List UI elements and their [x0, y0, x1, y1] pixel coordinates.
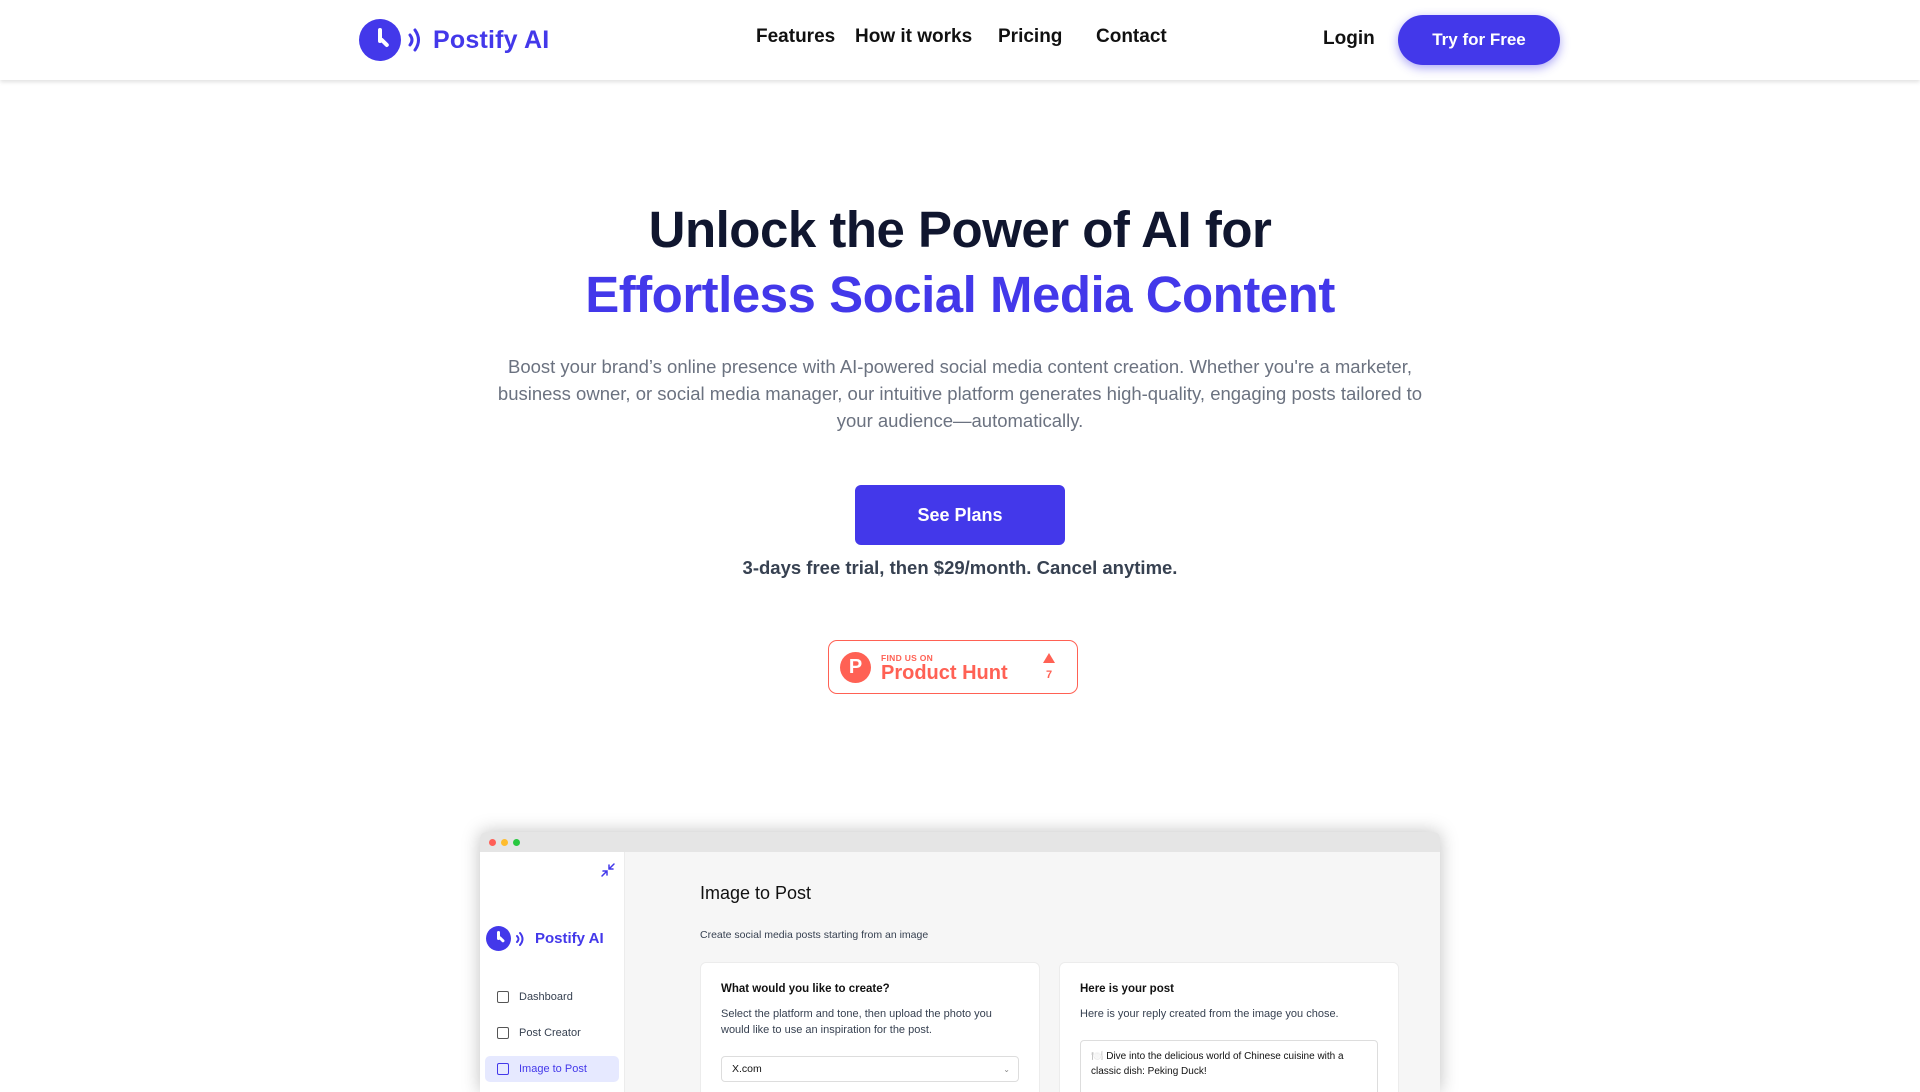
site-header: Postify AI Features How it works Pricing…	[0, 0, 1920, 80]
sidebar-brand-name: Postify AI	[535, 930, 604, 947]
window-titlebar	[480, 832, 1440, 852]
brand-name: Postify AI	[433, 25, 550, 54]
nav-pricing[interactable]: Pricing	[998, 26, 1062, 48]
platform-select-value: X.com	[732, 1063, 762, 1075]
clock-logo-icon	[486, 926, 511, 951]
nav-contact[interactable]: Contact	[1096, 26, 1167, 48]
page-subtitle: Create social media posts starting from …	[700, 929, 929, 941]
product-hunt-icon: P	[840, 652, 871, 683]
dashboard-icon	[497, 991, 509, 1003]
image-icon	[497, 1063, 509, 1075]
app-preview-window: Postify AI Dashboard Post Creator Image …	[480, 832, 1440, 1092]
create-card-heading: What would you like to create?	[721, 983, 890, 995]
sidebar-item-label: Image to Post	[519, 1063, 587, 1075]
sidebar-item-post-creator[interactable]: Post Creator	[485, 1020, 619, 1046]
post-creator-icon	[497, 1027, 509, 1039]
create-card-text: Select the platform and tone, then uploa…	[721, 1008, 992, 1036]
see-plans-button[interactable]: See Plans	[855, 485, 1065, 545]
product-hunt-badge[interactable]: P FIND US ON Product Hunt 7	[828, 640, 1078, 694]
minimize-dot-icon	[501, 839, 508, 846]
sound-waves-icon	[408, 28, 420, 52]
try-for-free-button[interactable]: Try for Free	[1398, 15, 1560, 65]
maximize-dot-icon	[513, 839, 520, 846]
product-hunt-name: Product Hunt	[881, 662, 1008, 684]
generated-post[interactable]: 🍽️ Dive into the delicious world of Chin…	[1080, 1040, 1378, 1092]
sidebar-item-dashboard[interactable]: Dashboard	[485, 984, 619, 1010]
collapse-icon[interactable]	[600, 862, 616, 878]
app-main: Image to Post Create social media posts …	[625, 852, 1440, 1092]
upvote-arrow-icon	[1043, 653, 1055, 663]
sidebar-brand[interactable]: Postify AI	[486, 926, 604, 951]
login-link[interactable]: Login	[1323, 28, 1375, 50]
chevron-down-icon: ⌄	[1003, 1065, 1010, 1074]
create-card: What would you like to create? Select th…	[700, 962, 1040, 1092]
clock-logo-icon	[359, 19, 401, 61]
sidebar-item-label: Dashboard	[519, 991, 573, 1003]
result-card: Here is your post Here is your reply cre…	[1059, 962, 1399, 1092]
platform-select[interactable]: X.com ⌄	[721, 1056, 1019, 1082]
nav-how-it-works[interactable]: How it works	[855, 26, 972, 48]
result-card-text: Here is your reply created from the imag…	[1080, 1008, 1339, 1020]
upvote-count: 7	[1045, 669, 1053, 681]
hero-title-line1: Unlock the Power of AI for	[648, 201, 1272, 258]
nav-features[interactable]: Features	[756, 26, 835, 48]
sound-waves-icon	[516, 931, 524, 946]
brand-logo[interactable]: Postify AI	[359, 19, 549, 61]
app-sidebar: Postify AI Dashboard Post Creator Image …	[480, 852, 625, 1092]
page-title: Image to Post	[700, 883, 812, 903]
sidebar-item-label: Post Creator	[519, 1027, 581, 1039]
result-card-heading: Here is your post	[1080, 983, 1174, 995]
hero-subtitle: Boost your brand’s online presence with …	[497, 356, 1423, 431]
hero-title-line2: Effortless Social Media Content	[585, 266, 1335, 323]
sidebar-item-image-to-post[interactable]: Image to Post	[485, 1056, 619, 1082]
trial-note: 3-days free trial, then $29/month. Cance…	[742, 557, 1178, 578]
close-dot-icon	[489, 839, 496, 846]
